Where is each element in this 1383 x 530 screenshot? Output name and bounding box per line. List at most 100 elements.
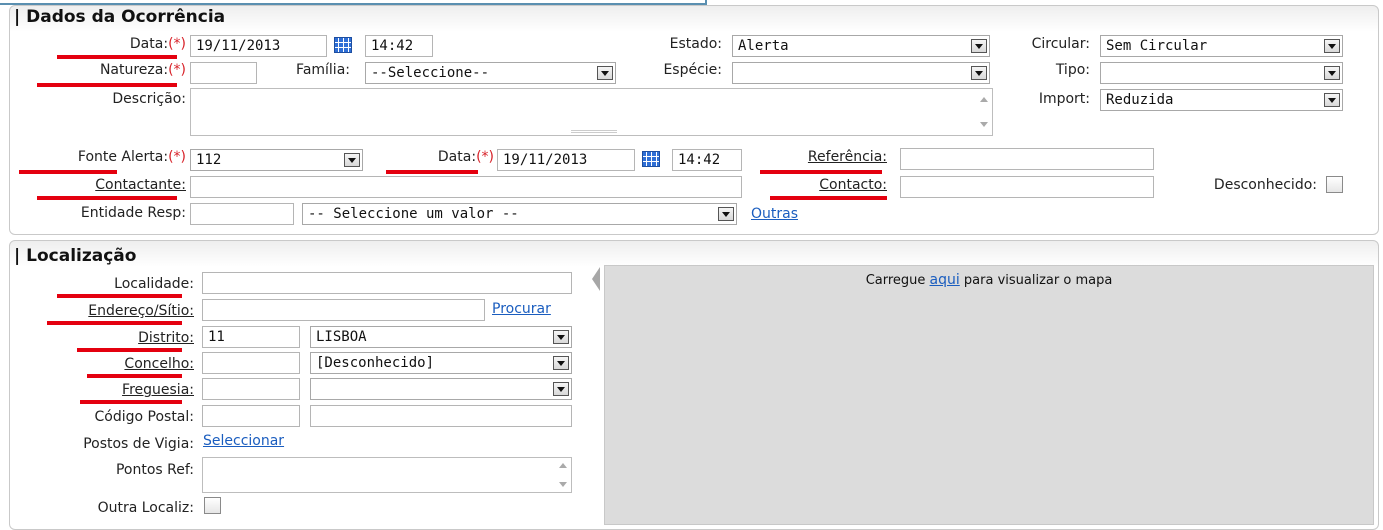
contactante-label: Contactante: [95,177,186,193]
localidade-field[interactable] [202,272,572,294]
outra-localiz-checkbox[interactable] [204,497,221,514]
map-message-suffix: para visualizar o mapa [963,273,1113,288]
distrito-value: LISBOA [316,329,367,345]
pontos-ref-label: Pontos Ref: [115,462,194,478]
chevron-down-icon [971,66,987,80]
descricao-textarea[interactable] [190,88,993,136]
fonte-alerta-value: 112 [196,152,222,168]
codigo-postal-field[interactable] [202,405,300,427]
resize-grip[interactable] [571,130,617,133]
annotation-underline-fonte [19,170,117,174]
scrollbar[interactable] [975,89,992,135]
data2-field[interactable]: 19/11/2013 [497,149,635,171]
ocorrencia-title: | Dados da Ocorrência [14,7,226,27]
scrollbar[interactable] [554,458,571,492]
freguesia-label: Freguesia: [122,382,194,398]
estado-value: Alerta [738,38,789,54]
codigo-postal-label: Código Postal: [94,409,195,425]
map-message-prefix: Carregue [865,273,926,288]
especie-label: Espécie: [663,62,722,78]
map-placeholder: Carregue aqui para visualizar o mapa [604,265,1374,525]
scroll-down-icon[interactable] [980,122,988,127]
import-select[interactable]: Reduzida [1100,89,1343,111]
fonte-alerta-label: Fonte Alerta:(*) [77,149,186,165]
chevron-down-icon [1324,39,1340,53]
estado-label: Estado: [669,36,722,52]
annotation-underline-freguesia [80,400,182,404]
desconhecido-checkbox[interactable] [1326,176,1343,193]
desconhecido-label: Desconhecido: [1213,177,1317,193]
annotation-underline-referencia [760,170,882,174]
outras-link[interactable]: Outras [751,206,798,222]
hora-field[interactable]: 14:42 [365,35,433,57]
referencia-field[interactable] [900,148,1154,170]
pontos-ref-textarea[interactable] [202,457,572,493]
circular-select[interactable]: Sem Circular [1100,35,1343,57]
tipo-select[interactable] [1100,62,1343,84]
annotation-underline-concelho [87,374,182,378]
chevron-down-icon [718,207,734,221]
map-load-link[interactable]: aqui [930,272,960,288]
procurar-link[interactable]: Procurar [492,301,551,317]
scroll-down-icon[interactable] [559,482,567,487]
freguesia-code-field[interactable] [202,378,300,400]
entidade-field[interactable] [190,203,294,225]
entidade-select-value: -- Seleccione um valor -- [308,206,519,222]
scroll-up-icon[interactable] [980,97,988,102]
localizacao-title: | Localização [14,246,137,266]
annotation-underline-contacto [770,196,887,200]
import-label: Import: [1038,91,1090,107]
contacto-field[interactable] [900,176,1154,198]
distrito-select[interactable]: LISBOA [310,326,572,348]
entidade-label: Entidade Resp: [80,205,186,221]
annotation-underline-contactante [37,196,177,200]
familia-value: --Seleccione-- [371,65,490,81]
annotation-underline-natureza [37,83,177,87]
especie-select[interactable] [732,62,990,84]
referencia-label: Referência: [807,149,887,165]
familia-select[interactable]: --Seleccione-- [365,62,616,84]
seleccionar-link[interactable]: Seleccionar [203,433,284,449]
postos-vigia-label: Postos de Vigia: [83,436,194,452]
import-value: Reduzida [1106,92,1174,108]
data-field[interactable]: 19/11/2013 [190,35,327,57]
circular-label: Circular: [1031,36,1090,52]
endereco-label: Endereço/Sítio: [88,303,194,319]
fonte-alerta-select[interactable]: 112 [190,149,363,171]
scroll-up-icon[interactable] [559,463,567,468]
chevron-down-icon [971,39,987,53]
chevron-down-icon [597,66,613,80]
outra-localiz-label: Outra Localiz: [97,500,194,516]
endereco-field[interactable] [202,299,485,321]
circular-value: Sem Circular [1106,38,1208,54]
concelho-label: Concelho: [124,356,194,372]
entidade-select[interactable]: -- Seleccione um valor -- [302,203,737,225]
concelho-code-field[interactable] [202,352,300,374]
annotation-underline-data2 [386,170,478,174]
codigo-postal-ext-field[interactable] [310,405,572,427]
chevron-down-icon [1324,66,1340,80]
distrito-label: Distrito: [138,330,194,346]
chevron-down-icon [553,330,569,344]
contactante-field[interactable] [190,176,742,198]
chevron-down-icon [344,153,360,167]
hora2-field[interactable]: 14:42 [672,149,742,171]
natureza-field[interactable] [190,62,257,84]
calendar-icon[interactable] [334,37,352,53]
freguesia-select[interactable] [310,378,572,400]
chevron-down-icon [553,382,569,396]
calendar-icon[interactable] [642,151,660,167]
familia-label: Família: [296,62,350,78]
distrito-code-field[interactable]: 11 [202,326,300,348]
annotation-underline-data [57,55,177,59]
tipo-label: Tipo: [1055,62,1090,78]
collapse-arrow-icon[interactable] [592,267,600,291]
annotation-underline-localidade [57,294,182,298]
chevron-down-icon [553,356,569,370]
localidade-label: Localidade: [114,276,194,292]
estado-select[interactable]: Alerta [732,35,990,57]
concelho-select[interactable]: [Desconhecido] [310,352,572,374]
map-message: Carregue aqui para visualizar o mapa [605,272,1373,288]
annotation-underline-endereco [47,321,182,325]
natureza-label: Natureza:(*) [99,62,186,78]
